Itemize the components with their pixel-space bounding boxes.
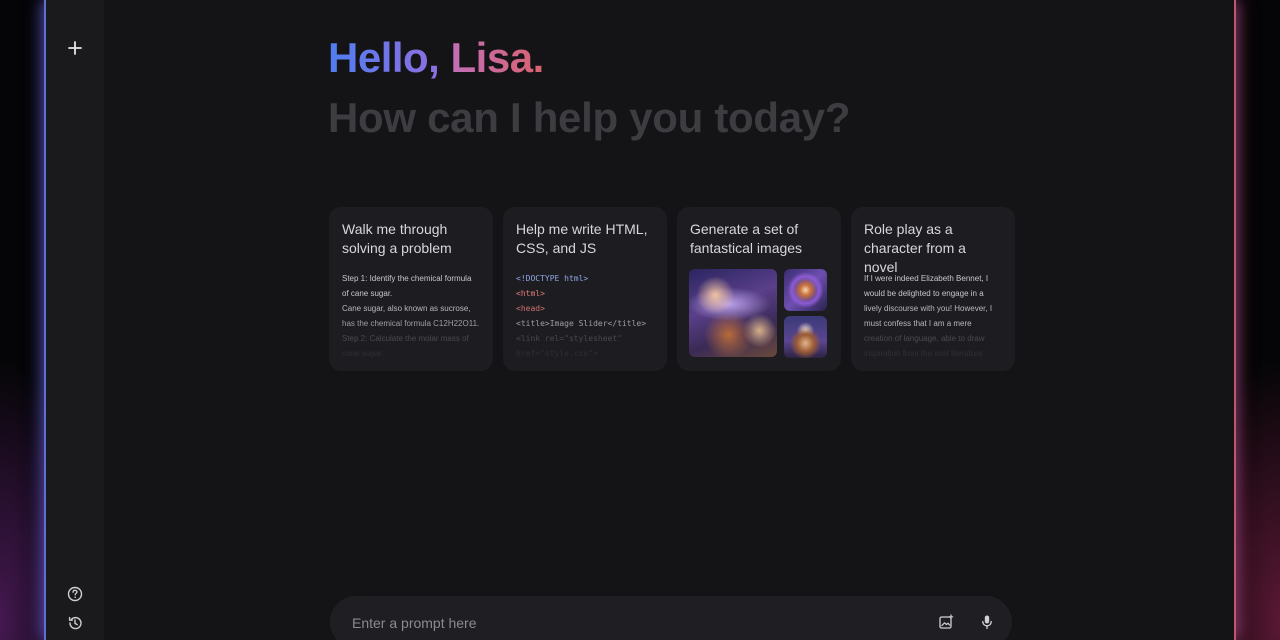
plus-icon	[68, 41, 82, 55]
suggestion-card-roleplay[interactable]: Role play as a character from a novel If…	[851, 207, 1015, 371]
code-line: <title>Image Slider</title>	[516, 319, 647, 328]
code-line: <!DOCTYPE html>	[516, 274, 589, 283]
main-content: Hello, Lisa. How can I help you today? W…	[104, 0, 1234, 640]
side-rail	[46, 0, 104, 640]
card-preview-line: creation of language, able to draw	[864, 334, 985, 343]
spiral-galaxy-image	[784, 269, 827, 311]
greeting-hello: Hello,	[328, 34, 440, 81]
help-circle-icon	[67, 586, 83, 602]
card-preview-line: inspiration from the vast literature	[864, 349, 983, 358]
history-icon	[68, 616, 82, 630]
prompt-bar	[330, 596, 1012, 640]
voice-input-button[interactable]	[976, 611, 998, 633]
cosmic-cake-image	[784, 316, 827, 358]
card-preview-text: If I were indeed Elizabeth Bennet, I wou…	[864, 271, 1002, 371]
galaxy-cake-image	[689, 269, 777, 357]
image-upload-icon	[939, 614, 954, 629]
card-preview-line: Step 1: Identify the chemical formula	[342, 274, 472, 283]
card-preview-line: If I were indeed Elizabeth Bennet, I	[864, 274, 989, 283]
card-preview-line: Cane sugar, also known as sucrose,	[342, 304, 471, 313]
help-button[interactable]	[63, 582, 87, 606]
prompt-input[interactable]	[350, 610, 914, 636]
card-title: Help me write HTML, CSS, and JS	[516, 221, 648, 256]
card-preview-line: cane sugar.	[342, 349, 384, 358]
code-line: <link rel="stylesheet"	[516, 334, 622, 343]
card-preview-line: would be delighted to engage in a	[864, 289, 984, 298]
greeting-heading: Hello, Lisa.	[328, 30, 544, 86]
suggestion-cards: Walk me through solving a problem Step 1…	[329, 207, 1015, 371]
card-preview-line: Step 2: Calculate the molar mass of	[342, 334, 469, 343]
card-title: Walk me through solving a problem	[342, 221, 452, 256]
activity-button[interactable]	[63, 611, 87, 635]
app-window: Hello, Lisa. How can I help you today? W…	[44, 0, 1236, 640]
card-preview-line: lively discourse with you! However, I	[864, 304, 993, 313]
card-preview-code: <!DOCTYPE html> <html> <head> <title>Ima…	[516, 271, 654, 371]
suggestion-card-code[interactable]: Help me write HTML, CSS, and JS <!DOCTYP…	[503, 207, 667, 371]
card-preview-line: has the chemical formula C12H22O11.	[342, 319, 480, 328]
card-title: Generate a set of fantastical images	[690, 221, 803, 256]
upload-image-button[interactable]	[935, 611, 957, 633]
card-preview-line: of cane sugar.	[342, 289, 393, 298]
code-line: href="style.css">	[516, 349, 598, 358]
suggestion-card-images[interactable]: Generate a set of fantastical images	[677, 207, 841, 371]
suggestion-card-problem[interactable]: Walk me through solving a problem Step 1…	[329, 207, 493, 371]
card-preview-text: Step 1: Identify the chemical formula of…	[342, 271, 480, 371]
greeting-user-name: Lisa.	[450, 34, 545, 81]
code-line: <html>	[516, 289, 545, 298]
code-line: <head>	[516, 304, 545, 313]
card-preview-line: must confess that I am a mere	[864, 319, 972, 328]
card-image-grid	[689, 269, 829, 359]
new-chat-button[interactable]	[63, 36, 87, 60]
card-title: Role play as a character from a novel	[864, 221, 966, 275]
screen: Hello, Lisa. How can I help you today? W…	[0, 0, 1280, 640]
microphone-icon	[982, 615, 992, 630]
greeting-subtitle: How can I help you today?	[328, 94, 851, 141]
